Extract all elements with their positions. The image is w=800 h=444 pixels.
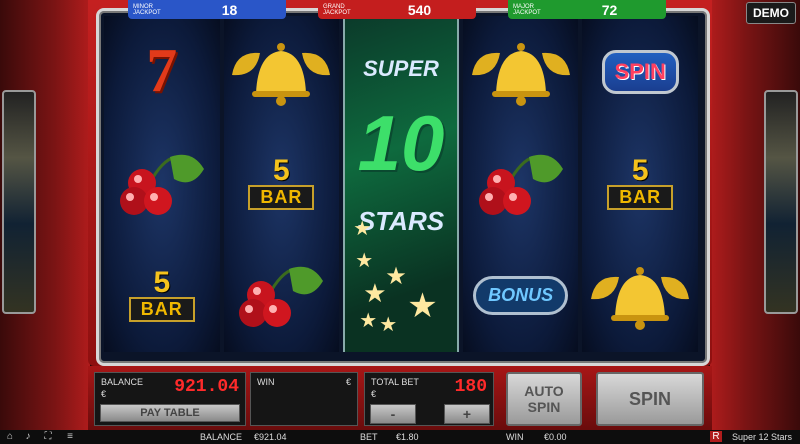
jackpot-minor-value: 18 (221, 1, 238, 18)
cherries-icon (239, 266, 324, 327)
five-label: 5 (153, 266, 171, 300)
jackpot-grand: GRAND JACKPOT 540 (318, 0, 476, 19)
bonus-label: BONUS (473, 276, 569, 316)
total-bet-label: TOTAL BET (371, 377, 419, 387)
menu-icon[interactable]: ≡ (64, 431, 76, 442)
star-icon: ★ (359, 310, 378, 332)
side-slot-machine-right (764, 90, 798, 314)
side-slot-machine-left (2, 90, 36, 314)
symbol-cherries (104, 128, 220, 240)
balance-currency: € (101, 389, 107, 399)
symbol-bell (463, 16, 579, 128)
win-label: WIN (257, 377, 275, 387)
bell-icon (471, 42, 570, 106)
jackpot-major: MAJOR JACKPOT 72 (508, 0, 666, 19)
reel-4: BONUS (462, 16, 579, 352)
demo-badge: DEMO (746, 2, 796, 24)
bell-icon (591, 266, 690, 330)
reel-1: 7 5 BAR (104, 16, 220, 352)
bar-label: BAR (128, 297, 195, 323)
reel-3-wild: SUPER 10 STARS ★ ★ ★ ★ ★ ★ ★ (343, 16, 459, 352)
bet-decrease-button[interactable]: - (370, 404, 416, 424)
status-bet-label: BET (360, 432, 378, 442)
symbol-5bar: 5 BAR (224, 128, 340, 240)
status-win-value: €0.00 (544, 432, 567, 442)
symbol-bonus: BONUS (463, 240, 579, 352)
symbol-5bar: 5 BAR (104, 240, 220, 352)
seven-icon: 7 (146, 37, 178, 106)
balance-display: 921.04 (174, 377, 239, 397)
sound-icon[interactable]: ♪ (22, 431, 34, 442)
jackpot-major-label: MAJOR JACKPOT (513, 3, 541, 16)
symbol-bell (224, 16, 340, 128)
pay-table-button[interactable]: PAY TABLE (100, 404, 240, 422)
status-win-label: WIN (506, 432, 524, 442)
status-balance-value: €921.04 (254, 432, 287, 442)
symbol-seven: 7 (104, 16, 220, 128)
reel-grid: 7 5 BAR 5 BAR SUPER 10 STARS ★ ★ ★ ★ ★ ★… (104, 16, 698, 352)
auto-spin-button[interactable]: AUTO SPIN (506, 372, 582, 426)
five-label: 5 (273, 154, 290, 188)
bar-label: BAR (607, 185, 674, 211)
total-bet-display: 180 (454, 377, 487, 397)
bet-increase-button[interactable]: + (444, 404, 490, 424)
star-icon: ★ (385, 263, 407, 290)
reel-2: 5 BAR (223, 16, 340, 352)
star-icon: ★ (353, 218, 372, 240)
star-icon: ★ (355, 250, 374, 272)
bell-icon (232, 42, 331, 106)
balance-label: BALANCE (101, 377, 144, 387)
wild-super-text: SUPER (363, 56, 439, 81)
reel-5: SPIN 5 BAR (582, 16, 698, 352)
cherries-icon (478, 154, 563, 215)
provider-logo-icon: R (710, 431, 722, 442)
star-icon: ★ (363, 278, 387, 308)
wild-ten-text: 10 (357, 99, 445, 187)
cherries-icon (119, 154, 204, 215)
status-bet-value: €1.80 (396, 432, 419, 442)
symbol-cherries (463, 128, 579, 240)
star-icon: ★ (379, 314, 398, 336)
jackpot-grand-value: 540 (407, 1, 432, 18)
bar-label: BAR (248, 185, 315, 211)
symbol-bell (582, 240, 698, 352)
right-background (710, 0, 800, 430)
jackpot-grand-label: GRAND JACKPOT (323, 3, 351, 16)
total-bet-currency: € (371, 389, 377, 399)
star-icon: ★ (407, 287, 438, 325)
win-panel: WIN € (250, 372, 358, 426)
symbol-cherries (224, 240, 340, 352)
win-currency: € (345, 377, 351, 387)
spin-symbol-label: SPIN (601, 49, 679, 94)
home-icon[interactable]: ⌂ (4, 431, 16, 442)
game-title: Super 12 Stars (732, 432, 793, 442)
spin-button[interactable]: SPIN (596, 372, 704, 426)
symbol-5bar: 5 BAR (582, 128, 698, 240)
jackpot-minor: MINOR JACKPOT 18 (128, 0, 286, 19)
jackpot-minor-label: MINOR JACKPOT (133, 3, 161, 16)
symbol-spin: SPIN (582, 16, 698, 128)
left-background (0, 0, 90, 430)
jackpot-major-value: 72 (601, 1, 618, 18)
fullscreen-icon[interactable]: ⛶ (42, 431, 54, 442)
jackpot-bar: MINOR JACKPOT 18 GRAND JACKPOT 540 MAJOR… (128, 0, 668, 20)
status-bar: ⌂ ♪ ⛶ ≡ BALANCE €921.04 BET €1.80 WIN €0… (0, 430, 800, 444)
status-balance-label: BALANCE (200, 432, 243, 442)
five-label: 5 (631, 154, 649, 188)
